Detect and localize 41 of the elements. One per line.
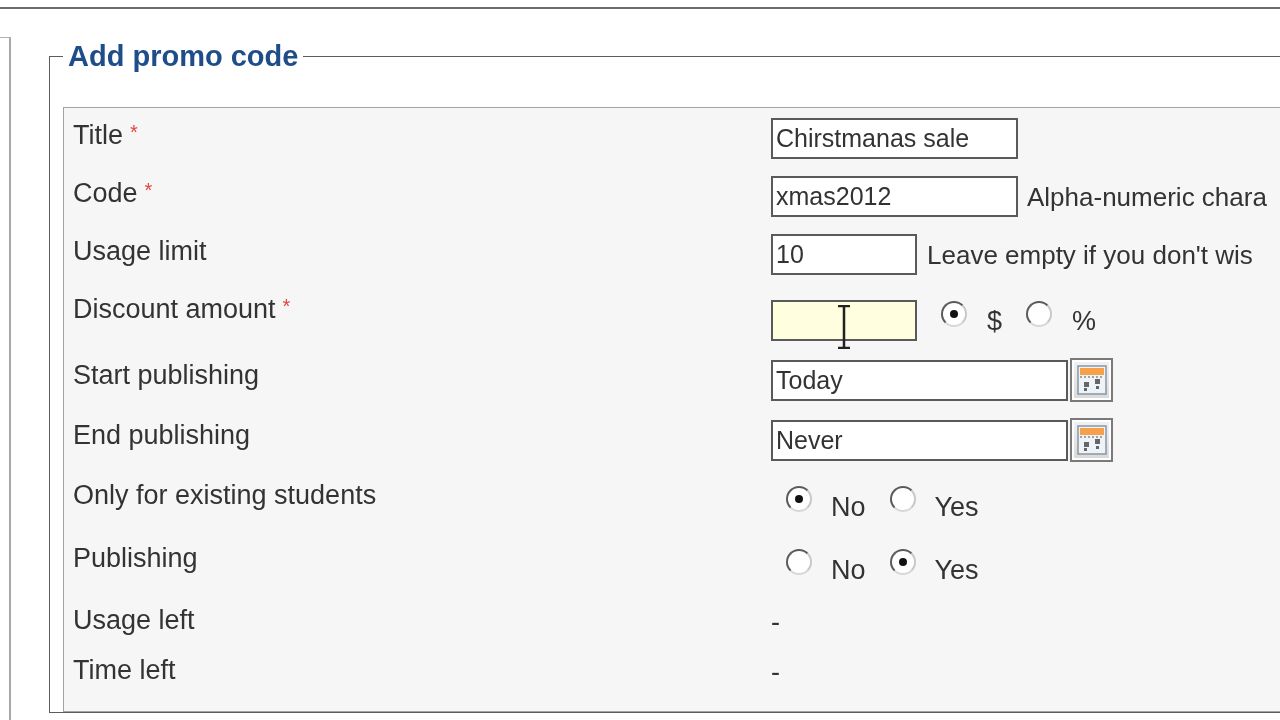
radio-button[interactable]	[889, 548, 916, 575]
amount-field[interactable]	[771, 300, 917, 341]
radio-button[interactable]	[786, 548, 812, 575]
calendar-icon	[1076, 365, 1107, 395]
radio-button[interactable]	[1026, 301, 1053, 327]
field-label: Only for existing students	[73, 480, 377, 510]
text-cursor-icon	[837, 305, 851, 349]
radio-label: No	[831, 554, 866, 585]
radio-label: $	[987, 306, 1003, 336]
text-field[interactable]: 10	[771, 234, 917, 275]
radio-label: Yes	[934, 492, 979, 522]
field-label: Usage limit	[73, 236, 207, 266]
field-hint: Leave empty if you don't wis	[927, 239, 1253, 270]
calendar-icon	[1076, 425, 1107, 455]
calendar-button[interactable]	[1070, 418, 1113, 462]
field-label: Start publishing	[73, 360, 260, 390]
date-field[interactable]: Today	[771, 359, 1068, 401]
date-field[interactable]: Never	[771, 419, 1068, 461]
radio-button[interactable]	[889, 486, 916, 512]
field-label: Time left	[73, 655, 176, 685]
field-label: End publishing	[73, 420, 251, 450]
text-field[interactable]: xmas2012	[771, 176, 1018, 217]
field-label: Discount amount	[73, 294, 276, 324]
radio-label: No	[831, 492, 866, 522]
radio-label: %	[1072, 306, 1097, 336]
radio-button[interactable]	[941, 301, 967, 327]
section-title: Add promo code	[67, 39, 300, 73]
required-asterisk: *	[282, 296, 291, 316]
field-label: Usage left	[73, 605, 195, 635]
calendar-button[interactable]	[1070, 358, 1113, 402]
text-field[interactable]: Chirstmanas sale	[771, 118, 1018, 159]
field-hint: Alpha-numeric chara	[1027, 181, 1267, 212]
required-asterisk: *	[144, 180, 153, 200]
required-asterisk: *	[130, 122, 138, 142]
field-label: Title	[73, 120, 123, 150]
field-value: -	[771, 657, 780, 687]
radio-label: Yes	[934, 554, 979, 585]
field-label: Publishing	[73, 542, 198, 573]
field-value: -	[771, 607, 780, 637]
field-label: Code	[73, 178, 138, 208]
radio-button[interactable]	[786, 486, 812, 512]
